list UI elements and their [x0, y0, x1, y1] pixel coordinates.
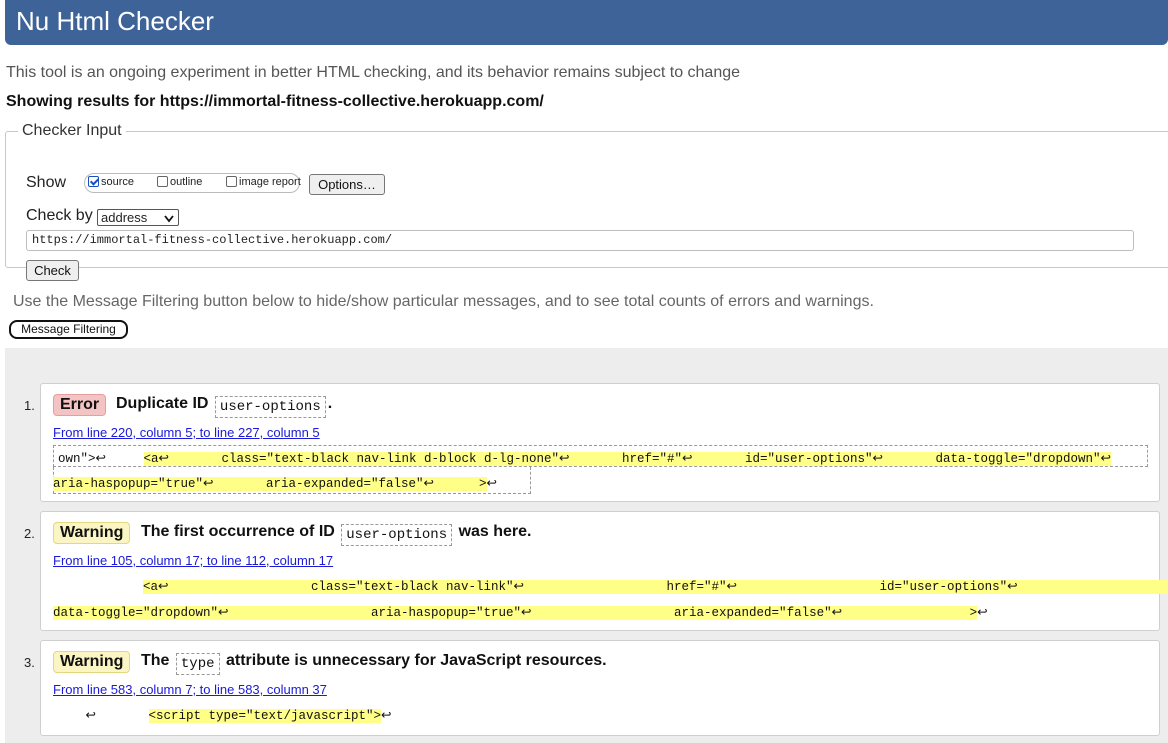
app-header: Nu Html Checker	[5, 0, 1168, 45]
message-item: Warning The type attribute is unnecessar…	[40, 640, 1160, 736]
show-options-group: source outline image report	[84, 173, 301, 193]
error-badge: Error	[53, 394, 107, 416]
checker-input-legend: Checker Input	[22, 122, 122, 139]
warning-badge: Warning	[53, 522, 131, 544]
image-report-checkbox[interactable]: image report	[226, 176, 301, 188]
image-report-label: image report	[239, 176, 301, 188]
source-extract-line: aria-haspopup="true"↩ aria-expanded="fal…	[53, 477, 497, 491]
source-label: source	[101, 176, 135, 188]
message-number: 2.	[24, 526, 35, 541]
message-number: 1.	[24, 398, 35, 413]
source-location-link[interactable]: From line 220, column 5; to line 227, co…	[53, 425, 320, 440]
check-button[interactable]: Check	[26, 260, 79, 281]
code-token: user-options	[341, 524, 453, 546]
check-by-value: address	[101, 210, 148, 225]
message-text: The first occurrence of ID user-options …	[141, 523, 532, 546]
filter-note: Use the Message Filtering button below t…	[13, 293, 874, 310]
source-extract-line: own">↩ <a↩ class="text-black nav-link d-…	[58, 452, 1112, 466]
message-item: Warning The first occurrence of ID user-…	[40, 511, 1168, 631]
subtitle: This tool is an ongoing experiment in be…	[6, 64, 741, 81]
check-by-select[interactable]: address	[97, 209, 179, 226]
show-label: Show	[26, 174, 67, 191]
app-title: Nu Html Checker	[16, 6, 214, 36]
source-extract-line: <a↩ class="text-black nav-link"↩ href="#…	[53, 578, 1168, 594]
results-panel: 1. Error Duplicate ID user-options. From…	[5, 348, 1168, 743]
message-item: Error Duplicate ID user-options. From li…	[40, 383, 1160, 502]
message-filtering-button[interactable]: Message Filtering	[9, 320, 128, 339]
source-extract-line: data-toggle="dropdown"↩ aria-haspopup="t…	[53, 606, 988, 620]
show-row: Show source outline image report	[26, 173, 301, 193]
code-token: type	[175, 653, 220, 675]
options-button[interactable]: Options…	[309, 174, 385, 195]
checkbox-checked-icon[interactable]	[88, 176, 99, 187]
checker-input-panel: Checker Input Show source outline image …	[5, 122, 1168, 281]
message-text: The type attribute is unnecessary for Ja…	[141, 652, 607, 675]
highlighted-code: data-toggle="dropdown"↩ aria-haspopup="t…	[53, 606, 978, 620]
outline-label: outline	[170, 176, 203, 188]
source-location-link[interactable]: From line 105, column 17; to line 112, c…	[53, 553, 333, 568]
url-input[interactable]: https://immortal-fitness-collective.hero…	[26, 230, 1134, 251]
source-location-link[interactable]: From line 583, column 7; to line 583, co…	[53, 682, 327, 697]
chevron-down-icon	[164, 210, 174, 228]
message-number: 3.	[24, 655, 35, 670]
highlighted-code: aria-haspopup="true"↩ aria-expanded="fal…	[53, 477, 487, 491]
warning-badge: Warning	[53, 651, 131, 673]
check-by-label: Check by	[26, 207, 93, 224]
source-extract-line: ↩ <script type="text/javascript">↩	[63, 709, 392, 723]
outline-checkbox[interactable]: outline	[157, 176, 202, 188]
highlighted-code: <script type="text/javascript">	[148, 709, 382, 723]
highlighted-code: <a↩ class="text-black nav-link d-block d…	[143, 452, 1112, 466]
source-checkbox[interactable]: source	[88, 176, 134, 188]
results-heading: Showing results for https://immortal-fit…	[6, 93, 544, 110]
message-text: Duplicate ID user-options.	[116, 395, 332, 418]
code-token: user-options	[214, 396, 326, 418]
check-by-row: Check by address	[26, 207, 179, 226]
checkbox-unchecked-icon[interactable]	[226, 176, 237, 187]
checkbox-unchecked-icon[interactable]	[157, 176, 168, 187]
highlighted-code: <a↩ class="text-black nav-link"↩ href="#…	[143, 580, 1168, 594]
